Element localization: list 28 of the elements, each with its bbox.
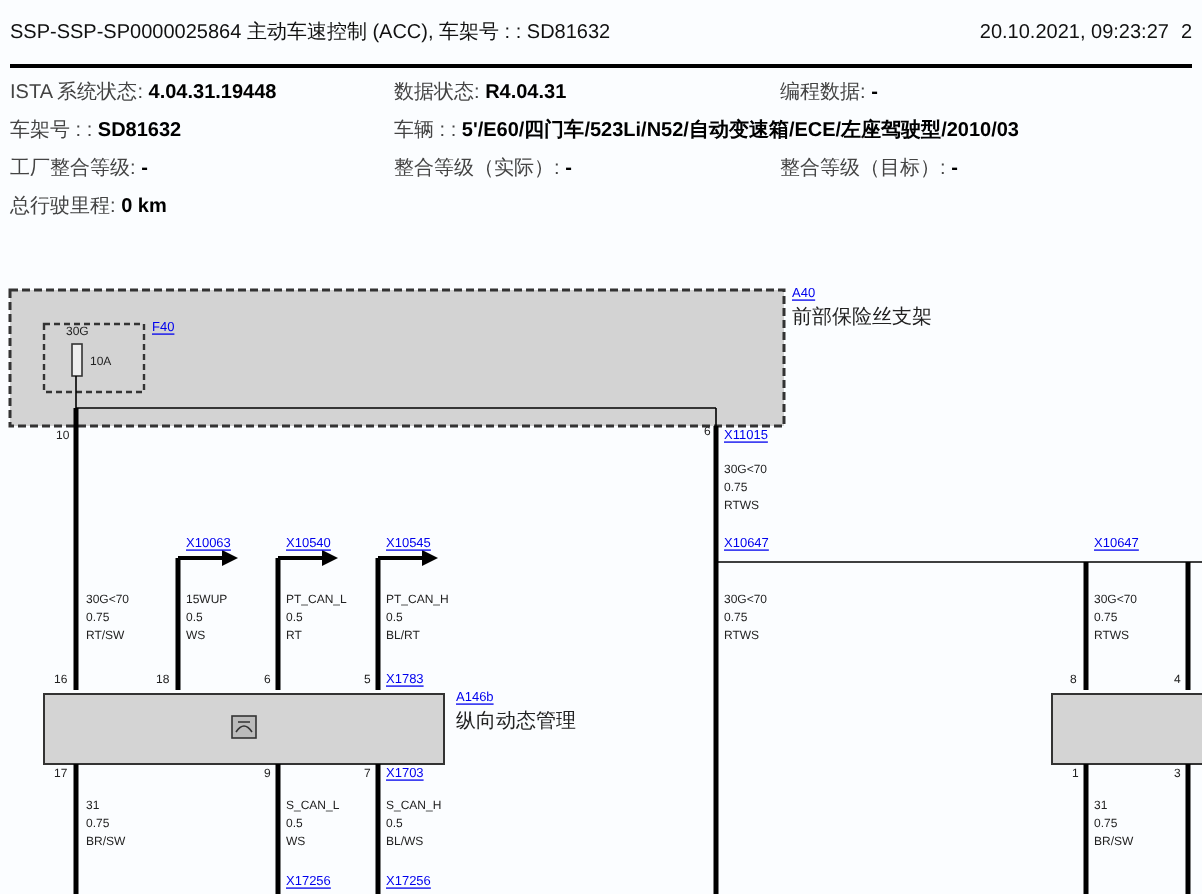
wire bbox=[275, 764, 281, 894]
info-field: 车辆 : : 5'/E60/四门车/523Li/N52/自动变速箱/ECE/左座驾驶型/2010/03 bbox=[394, 115, 1192, 143]
info-field: 整合等级（实际）: - bbox=[394, 153, 780, 181]
info-field: 工厂整合等级: - bbox=[10, 153, 394, 181]
info-field: 车架号 : : SD81632 bbox=[10, 115, 394, 143]
info-field: 整合等级（目标）: - bbox=[780, 153, 1192, 181]
wire bbox=[175, 558, 181, 690]
component-name: 纵向动态管理 bbox=[456, 711, 576, 734]
component-name: 前部保险丝支架 bbox=[792, 307, 932, 330]
module-icon bbox=[231, 715, 257, 739]
wire bbox=[275, 558, 281, 690]
info-field: 数据状态: R4.04.31 bbox=[394, 77, 780, 105]
wire bbox=[375, 764, 381, 894]
signal-arrow bbox=[278, 550, 338, 566]
wire bbox=[1083, 764, 1089, 894]
page-number: 2 bbox=[1180, 21, 1192, 43]
timestamp: 20.10.2021, 09:23:27 bbox=[979, 21, 1169, 43]
fuse-icon bbox=[71, 343, 83, 377]
fuse-outline bbox=[42, 322, 146, 394]
signal-arrow bbox=[178, 550, 238, 566]
wire bbox=[1185, 764, 1191, 894]
page-title: SSP-SSP-SP0000025864 主动车速控制 (ACC), 车架号 : : SD81632 bbox=[10, 19, 613, 46]
signal-arrow bbox=[378, 550, 438, 566]
info-field: ISTA 系统状态: 4.04.31.19448 bbox=[10, 77, 394, 105]
wire bbox=[375, 558, 381, 690]
info-field: 总行驶里程: 0 km bbox=[10, 191, 394, 219]
info-field: 编程数据: - bbox=[780, 77, 1192, 105]
wire bbox=[73, 764, 79, 894]
